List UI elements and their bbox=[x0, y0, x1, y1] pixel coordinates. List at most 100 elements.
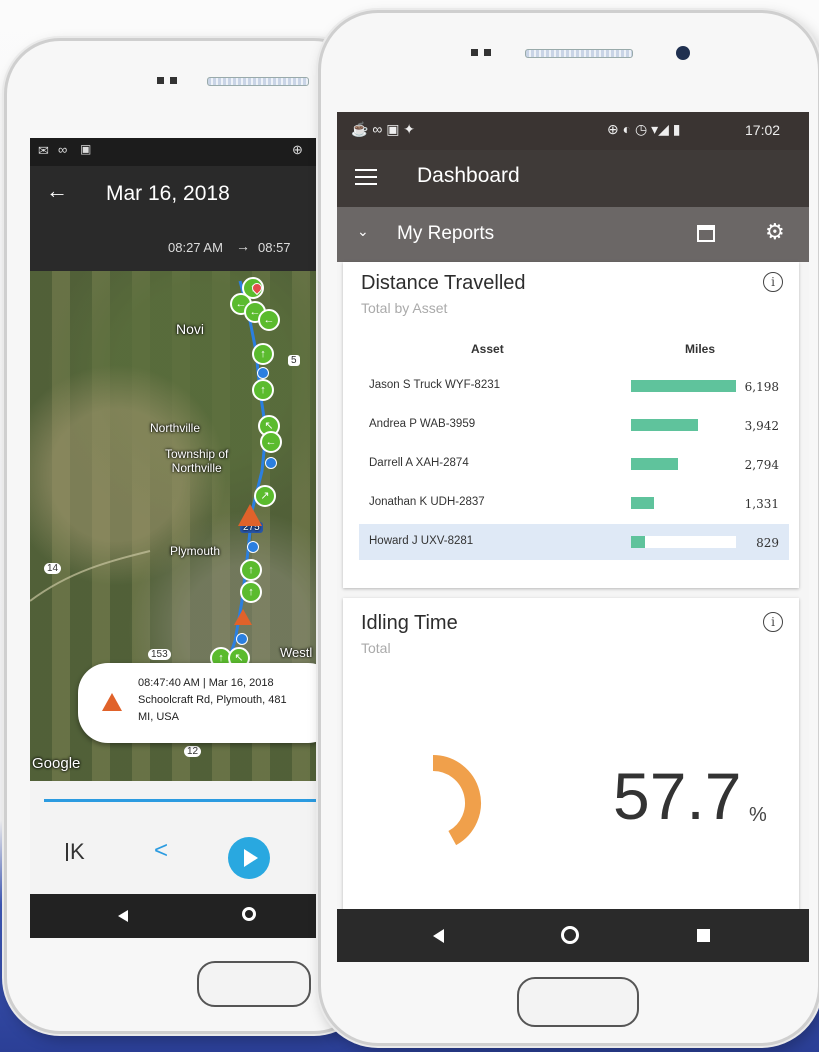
playback-progress-bar[interactable] bbox=[44, 799, 318, 802]
popup-timestamp: 08:47:40 AM | Mar 16, 2018 bbox=[138, 677, 274, 689]
skip-to-start-button[interactable]: K bbox=[66, 839, 85, 865]
left-status-bar: ✉ ∞ ▣ ⊕ bbox=[30, 138, 318, 166]
popup-region: MI, USA bbox=[138, 711, 179, 723]
reports-bar: ⌄ My Reports ⚙ bbox=[337, 207, 809, 262]
hamburger-menu-icon[interactable] bbox=[355, 169, 377, 185]
column-header-asset: Asset bbox=[471, 342, 504, 356]
blue-point-marker[interactable] bbox=[257, 367, 269, 379]
green-arrow-marker[interactable]: ← bbox=[260, 431, 282, 453]
front-camera bbox=[676, 46, 690, 60]
play-button[interactable] bbox=[228, 837, 270, 879]
card-subtitle: Total by Asset bbox=[361, 300, 448, 316]
distance-travelled-card: Distance Travelled Total by Asset i Asse… bbox=[343, 262, 799, 588]
map-label-northville: Northville bbox=[150, 421, 201, 435]
warning-marker-icon[interactable] bbox=[234, 609, 252, 625]
miles-value: 1,331 bbox=[744, 497, 779, 511]
page-title: Dashboard bbox=[417, 164, 520, 187]
reports-selector[interactable]: My Reports bbox=[397, 223, 494, 245]
playback-panel: K < bbox=[30, 781, 318, 938]
route-shield-12: 12 bbox=[184, 746, 202, 757]
recents-nav-icon[interactable] bbox=[697, 929, 710, 942]
distance-bar bbox=[631, 536, 645, 548]
blue-point-marker[interactable] bbox=[247, 541, 259, 553]
asset-name: Darrell A XAH-2874 bbox=[369, 457, 469, 469]
left-header: ← Mar 16, 2018 08:27 AM → 08:57 bbox=[30, 166, 318, 271]
map-label-plymouth: Plymouth bbox=[170, 544, 221, 558]
distance-bar bbox=[631, 380, 736, 392]
status-time: 17:02 bbox=[745, 122, 781, 138]
table-row[interactable]: Jason S Truck WYF-8231 6,198 bbox=[359, 368, 789, 404]
right-status-bar: ☕ ∞ ▣ ✦ ⊕ ◐ ◷ ▾◢ ▮ 17:02 bbox=[337, 112, 809, 150]
green-arrow-marker[interactable]: ↑ bbox=[252, 343, 274, 365]
map-label-westland: Westl bbox=[280, 645, 313, 660]
table-row[interactable]: Darrell A XAH-2874 2,794 bbox=[359, 446, 789, 482]
right-nav-bar bbox=[337, 909, 809, 962]
info-icon[interactable]: i bbox=[763, 612, 783, 632]
trip-date: Mar 16, 2018 bbox=[106, 182, 230, 205]
bar-track bbox=[631, 536, 736, 548]
idling-donut bbox=[432, 755, 481, 846]
left-screen: ✉ ∞ ▣ ⊕ ← Mar 16, 2018 08:27 AM → 08:57 … bbox=[30, 138, 318, 938]
green-arrow-marker[interactable]: ↑ bbox=[240, 581, 262, 603]
route-shield-153: 153 bbox=[148, 649, 171, 660]
trip-end-time: 08:57 bbox=[258, 240, 291, 255]
card-title: Idling Time bbox=[361, 612, 458, 634]
miles-value: 2,794 bbox=[744, 458, 779, 472]
asset-name: Howard J UXV-8281 bbox=[369, 535, 474, 547]
blue-point-marker[interactable] bbox=[265, 457, 277, 469]
back-arrow-icon[interactable]: ← bbox=[46, 178, 68, 204]
back-nav-icon[interactable] bbox=[118, 910, 128, 922]
map-label-novi: Novi bbox=[176, 321, 205, 337]
distance-bar bbox=[631, 497, 654, 509]
arrow-right-icon: → bbox=[236, 238, 250, 254]
trip-start-time: 08:27 AM bbox=[168, 240, 223, 255]
donut-arc bbox=[432, 755, 481, 846]
play-icon bbox=[244, 849, 258, 867]
back-nav-icon[interactable] bbox=[433, 929, 444, 943]
idling-value: 57.7 bbox=[613, 759, 742, 833]
asset-name: Jonathan K UDH-2837 bbox=[369, 496, 485, 508]
route-shield-14: 14 bbox=[44, 563, 62, 574]
miles-value: 6,198 bbox=[744, 380, 779, 394]
warning-marker-icon[interactable] bbox=[238, 504, 262, 526]
table-row[interactable]: Howard J UXV-8281 829 bbox=[359, 524, 789, 560]
mail-icon: ✉ bbox=[38, 143, 49, 158]
distance-table: Jason S Truck WYF-8231 6,198 Andrea P WAB-… bbox=[343, 368, 799, 578]
settings-gear-icon[interactable]: ⚙ bbox=[765, 219, 785, 245]
table-row[interactable]: Andrea P WAB-3959 3,942 bbox=[359, 407, 789, 443]
app-bar: Dashboard bbox=[337, 150, 809, 207]
info-icon[interactable]: i bbox=[763, 272, 783, 292]
card-title: Distance Travelled bbox=[361, 272, 526, 294]
distance-bar bbox=[631, 419, 698, 431]
idling-time-card: Idling Time Total i 57.7 % bbox=[343, 598, 799, 914]
warning-icon bbox=[102, 693, 122, 711]
previous-button[interactable]: < bbox=[154, 837, 168, 865]
sensor-dots bbox=[471, 49, 491, 56]
skip-to-start-label: K bbox=[70, 839, 85, 864]
home-nav-icon[interactable] bbox=[561, 926, 579, 944]
sensor-dots bbox=[157, 77, 177, 84]
google-attribution: Google bbox=[32, 755, 81, 772]
calendar-icon[interactable] bbox=[697, 225, 715, 242]
speaker-grille bbox=[525, 49, 633, 58]
voicemail-icon: ∞ bbox=[58, 142, 68, 157]
miles-value: 3,942 bbox=[744, 419, 779, 433]
event-popup[interactable]: 08:47:40 AM | Mar 16, 2018 Schoolcraft R… bbox=[78, 663, 318, 743]
table-row[interactable]: Jonathan K UDH-2837 1,331 bbox=[359, 485, 789, 521]
green-arrow-marker[interactable]: ↑ bbox=[252, 379, 274, 401]
home-nav-icon[interactable] bbox=[242, 907, 256, 921]
left-nav-bar bbox=[30, 894, 318, 938]
green-arrow-marker[interactable]: ← bbox=[258, 309, 280, 331]
distance-bar bbox=[631, 458, 678, 470]
green-arrow-marker[interactable]: ↑ bbox=[240, 559, 262, 581]
chevron-down-icon[interactable]: ⌄ bbox=[357, 223, 369, 240]
asset-name: Andrea P WAB-3959 bbox=[369, 418, 476, 430]
idling-unit: % bbox=[749, 804, 767, 826]
home-button[interactable] bbox=[517, 977, 639, 1027]
column-header-miles: Miles bbox=[685, 342, 716, 356]
blue-point-marker[interactable] bbox=[236, 633, 248, 645]
image-icon: ▣ bbox=[80, 142, 92, 156]
status-system-icons: ⊕ ◐ ◷ ▾◢ ▮ bbox=[607, 121, 681, 137]
sync-icon: ⊕ bbox=[292, 142, 303, 157]
home-button[interactable] bbox=[197, 961, 311, 1007]
